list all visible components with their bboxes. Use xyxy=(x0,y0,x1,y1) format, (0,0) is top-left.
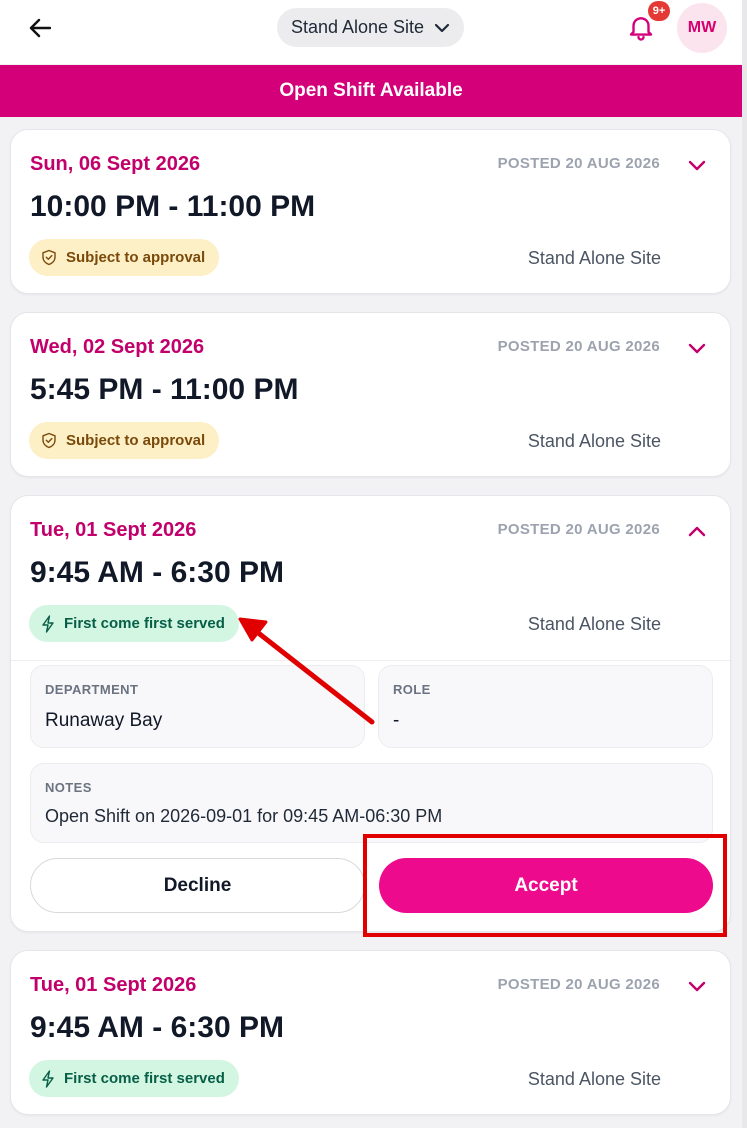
posted-date: POSTED 20 AUG 2026 xyxy=(497,338,660,355)
shift-time: 5:45 PM - 11:00 PM xyxy=(30,373,299,406)
department-value: Runaway Bay xyxy=(45,710,163,731)
notes-label: NOTES xyxy=(45,780,92,795)
site-selector[interactable]: Stand Alone Site xyxy=(277,8,464,47)
status-badge-label: Subject to approval xyxy=(66,249,206,266)
shift-site: Stand Alone Site xyxy=(527,431,661,451)
shift-site: Stand Alone Site xyxy=(527,614,661,634)
chevron-down-icon[interactable] xyxy=(686,975,708,997)
lightning-icon xyxy=(42,614,54,633)
top-bar: Stand Alone Site 9+ MW xyxy=(0,0,747,64)
status-badge: First come first served xyxy=(29,605,239,642)
accept-button[interactable]: Accept xyxy=(379,858,713,913)
posted-date: POSTED 20 AUG 2026 xyxy=(497,521,660,538)
notes-value: Open Shift on 2026-09-01 for 09:45 AM-06… xyxy=(45,806,443,826)
department-label: DEPARTMENT xyxy=(45,682,139,697)
shift-card[interactable]: Tue, 01 Sept 2026 POSTED 20 AUG 2026 9:4… xyxy=(10,950,731,1115)
shift-card[interactable]: Sun, 06 Sept 2026 POSTED 20 AUG 2026 10:… xyxy=(10,129,731,294)
chevron-up-icon[interactable] xyxy=(686,520,708,542)
decline-button[interactable]: Decline xyxy=(30,858,365,913)
open-shift-banner: Open Shift Available xyxy=(0,65,742,117)
role-value: - xyxy=(393,710,400,731)
shield-check-icon xyxy=(42,249,56,266)
chevron-down-icon[interactable] xyxy=(686,337,708,359)
status-badge-label: First come first served xyxy=(64,1070,225,1087)
posted-date: POSTED 20 AUG 2026 xyxy=(497,155,660,172)
scrollbar[interactable] xyxy=(742,0,747,1128)
shift-time: 9:45 AM - 6:30 PM xyxy=(30,1011,284,1044)
arrow-left-icon xyxy=(29,18,51,38)
shift-site: Stand Alone Site xyxy=(527,248,661,268)
chevron-down-icon[interactable] xyxy=(686,154,708,176)
shift-time: 9:45 AM - 6:30 PM xyxy=(30,556,284,589)
shift-date: Tue, 01 Sept 2026 xyxy=(30,974,197,996)
status-badge: Subject to approval xyxy=(29,422,220,459)
status-badge: Subject to approval xyxy=(29,239,220,276)
notification-badge: 9+ xyxy=(648,1,670,21)
shift-date: Tue, 01 Sept 2026 xyxy=(30,519,197,541)
shift-date: Sun, 06 Sept 2026 xyxy=(30,153,201,175)
back-button[interactable] xyxy=(22,12,58,44)
role-label: ROLE xyxy=(393,682,431,697)
avatar[interactable]: MW xyxy=(677,3,727,53)
department-box: DEPARTMENT Runaway Bay xyxy=(30,665,365,748)
shield-check-icon xyxy=(42,432,56,449)
shift-card-expanded[interactable]: Tue, 01 Sept 2026 POSTED 20 AUG 2026 9:4… xyxy=(10,495,731,932)
posted-date: POSTED 20 AUG 2026 xyxy=(497,976,660,993)
shift-time: 10:00 PM - 11:00 PM xyxy=(30,190,316,223)
shift-card[interactable]: Wed, 02 Sept 2026 POSTED 20 AUG 2026 5:4… xyxy=(10,312,731,477)
site-selector-label: Stand Alone Site xyxy=(290,17,425,37)
lightning-icon xyxy=(42,1069,54,1088)
shift-date: Wed, 02 Sept 2026 xyxy=(30,336,205,358)
status-badge-label: First come first served xyxy=(64,615,225,632)
shift-site: Stand Alone Site xyxy=(527,1069,661,1089)
role-box: ROLE - xyxy=(378,665,713,748)
chevron-down-icon xyxy=(434,23,450,32)
status-badge: First come first served xyxy=(29,1060,239,1097)
notes-box: NOTES Open Shift on 2026-09-01 for 09:45… xyxy=(30,763,713,843)
status-badge-label: Subject to approval xyxy=(66,432,206,449)
divider xyxy=(11,660,730,661)
